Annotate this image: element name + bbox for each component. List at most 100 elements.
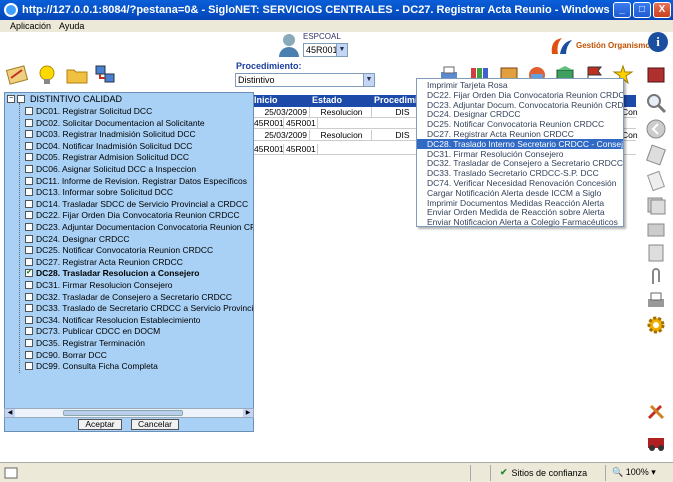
checkbox[interactable]: [25, 350, 33, 359]
tree-item[interactable]: DC24. Designar CRDCC: [25, 234, 130, 244]
checkbox[interactable]: [25, 246, 33, 255]
scroll-left-icon[interactable]: ◀: [5, 409, 15, 417]
tree-item[interactable]: DC22. Fijar Orden Dia Convocatoria Reuni…: [25, 210, 240, 220]
tree-item[interactable]: DC11. Informe de Revision. Registrar Dat…: [25, 176, 247, 186]
scroll-thumb[interactable]: [63, 410, 183, 416]
tree-item[interactable]: DC23. Adjuntar Documentacion Convocatori…: [25, 222, 253, 232]
checkbox[interactable]: [25, 292, 33, 301]
dropdown-item[interactable]: DC31. Firmar Resolución Consejero: [417, 149, 623, 159]
tools-icon[interactable]: [645, 400, 667, 422]
folder-icon[interactable]: [66, 64, 88, 86]
tree-item[interactable]: DC34. Notificar Resolucion Establecimien…: [25, 315, 200, 325]
printer-icon[interactable]: [645, 290, 667, 312]
tray-stack-icon[interactable]: [645, 218, 667, 240]
scroll-right-icon[interactable]: ▶: [243, 409, 253, 417]
checkbox[interactable]: [25, 327, 33, 336]
menu-ayuda[interactable]: Ayuda: [59, 21, 84, 31]
checkbox[interactable]: [25, 304, 33, 313]
tree-item[interactable]: DC32. Trasladar de Consejero a Secretari…: [25, 292, 232, 302]
dropdown-item[interactable]: DC22. Fijar Orden Dia Convocatoria Reuni…: [417, 90, 623, 100]
tree-item[interactable]: DC01. Registrar Solicitud DCC: [25, 106, 152, 116]
tree-item[interactable]: DC05. Registrar Admision Solicitud DCC: [25, 152, 189, 162]
tree-item[interactable]: DC25. Notificar Convocatoria Reunion CRD…: [25, 245, 213, 255]
close-button[interactable]: X: [653, 2, 671, 18]
exit-icon[interactable]: [645, 430, 667, 452]
network-icon[interactable]: [94, 64, 116, 86]
column-inicio[interactable]: Inicio: [252, 95, 310, 107]
checkbox[interactable]: [25, 107, 33, 115]
zoom-control[interactable]: 🔍 100% ▾: [612, 467, 656, 478]
dropdown-item[interactable]: Enviar Notificacion Alerta a Colegio Far…: [417, 217, 623, 227]
dropdown-item[interactable]: Imprimir Documentos Medidas Reacción Ale…: [417, 198, 623, 208]
tree-item[interactable]: DC02. Solicitar Documentacion al Solicit…: [25, 118, 205, 128]
horizontal-scrollbar[interactable]: ◀ ▶: [4, 408, 254, 418]
tree-item[interactable]: DC99. Consulta Ficha Completa: [25, 361, 158, 371]
espc-select[interactable]: 45R001 ▼: [303, 43, 348, 57]
checkbox[interactable]: [25, 153, 33, 162]
book-icon[interactable]: [645, 64, 667, 86]
checkbox[interactable]: [25, 211, 33, 220]
paper-icon[interactable]: [645, 170, 667, 192]
clip-icon[interactable]: [645, 266, 667, 288]
minimize-button[interactable]: _: [613, 2, 631, 18]
tree-item[interactable]: ✔ DC28. Trasladar Resolucion a Consejero: [25, 268, 199, 278]
checkbox[interactable]: [25, 141, 33, 150]
checkbox[interactable]: [25, 257, 33, 266]
back-icon[interactable]: [645, 118, 667, 140]
dropdown-item[interactable]: Imprimir Tarjeta Rosa: [417, 80, 623, 90]
tree-item[interactable]: DC04. Notificar Inadmisión Solicitud DCC: [25, 141, 192, 151]
dropdown-item[interactable]: DC28. Traslado Interno Secretario CRDCC …: [417, 138, 623, 149]
dropdown-item[interactable]: DC25. Notificar Convocatoria Reunion CRD…: [417, 119, 623, 129]
menu-aplicacion[interactable]: Aplicación: [10, 21, 51, 31]
status-bar: ✔ Sitios de confianza 🔍 100% ▾: [0, 462, 673, 482]
info-icon[interactable]: i: [648, 32, 668, 52]
tree-root[interactable]: − DISTINTIVO CALIDAD: [7, 94, 122, 104]
maximize-button[interactable]: □: [633, 2, 651, 18]
tools-icon[interactable]: [6, 64, 28, 86]
dropdown-item[interactable]: DC27. Registrar Acta Reunion CRDCC: [417, 129, 623, 139]
checkbox[interactable]: ✔: [25, 269, 33, 278]
checkbox[interactable]: [25, 130, 33, 139]
checkbox[interactable]: [25, 339, 33, 347]
procedimiento-select[interactable]: Distintivo ▼: [235, 73, 375, 87]
checkbox[interactable]: [25, 188, 33, 197]
cancel-button[interactable]: Cancelar: [131, 419, 179, 430]
dropdown-item[interactable]: Cargar Notificación Alerta desde ICCM a …: [417, 188, 623, 198]
security-zone[interactable]: ✔ Sitios de confianza: [500, 467, 587, 478]
tree-item[interactable]: DC35. Registrar Terminación: [25, 338, 145, 348]
dropdown-item[interactable]: DC24. Designar CRDCC: [417, 109, 623, 119]
tree-item[interactable]: DC13. Informar sobre Solicitud DCC: [25, 187, 173, 197]
tree-item[interactable]: DC90. Borrar DCC: [25, 350, 107, 360]
lightbulb-icon[interactable]: [36, 64, 58, 86]
checkbox[interactable]: [25, 223, 33, 231]
files-icon[interactable]: [645, 194, 667, 216]
magnifier-icon[interactable]: [645, 92, 667, 114]
collapse-icon[interactable]: −: [7, 95, 15, 103]
tree-item[interactable]: DC33. Traslado de Secretario CRDCC a Ser…: [25, 303, 253, 313]
tree-item[interactable]: DC06. Asignar Solicitud DCC a Inspeccion: [25, 164, 196, 174]
checkbox[interactable]: [25, 234, 33, 243]
tree-item[interactable]: DC27. Registrar Acta Reunion CRDCC: [25, 257, 183, 267]
tree-item[interactable]: DC14. Trasladar SDCC de Servicio Provinc…: [25, 199, 248, 209]
dropdown-item[interactable]: Enviar Orden Medida de Reacción sobre Al…: [417, 207, 623, 217]
notes-icon[interactable]: [645, 242, 667, 264]
checkbox[interactable]: [25, 176, 33, 185]
dropdown-item[interactable]: DC74. Verificar Necesidad Renovación Con…: [417, 178, 623, 188]
dropdown-item[interactable]: DC23. Adjuntar Docum. Convocatoria Reuni…: [417, 100, 623, 110]
checkbox[interactable]: [17, 95, 25, 103]
checkbox[interactable]: [25, 165, 33, 173]
gear-icon[interactable]: [645, 314, 667, 336]
checkbox[interactable]: [25, 118, 33, 127]
checkbox[interactable]: [25, 281, 33, 289]
checkbox[interactable]: [25, 199, 33, 208]
dropdown-item[interactable]: DC33. Traslado Secretario CRDCC-S.P. DCC: [417, 168, 623, 178]
accept-button[interactable]: Aceptar: [78, 419, 122, 430]
checkbox[interactable]: [25, 362, 33, 371]
tree-item[interactable]: DC73. Publicar CDCC en DOCM: [25, 326, 160, 336]
tree-item[interactable]: DC31. Firmar Resolucion Consejero: [25, 280, 173, 290]
column-estado[interactable]: Estado: [310, 95, 372, 107]
tree-item[interactable]: DC03. Registrar Inadmisión Solicitud DCC: [25, 129, 196, 139]
dropdown-item[interactable]: DC32. Trasladar de Consejero a Secretari…: [417, 158, 623, 168]
checkbox[interactable]: [25, 315, 33, 324]
documents-icon[interactable]: [645, 144, 667, 166]
